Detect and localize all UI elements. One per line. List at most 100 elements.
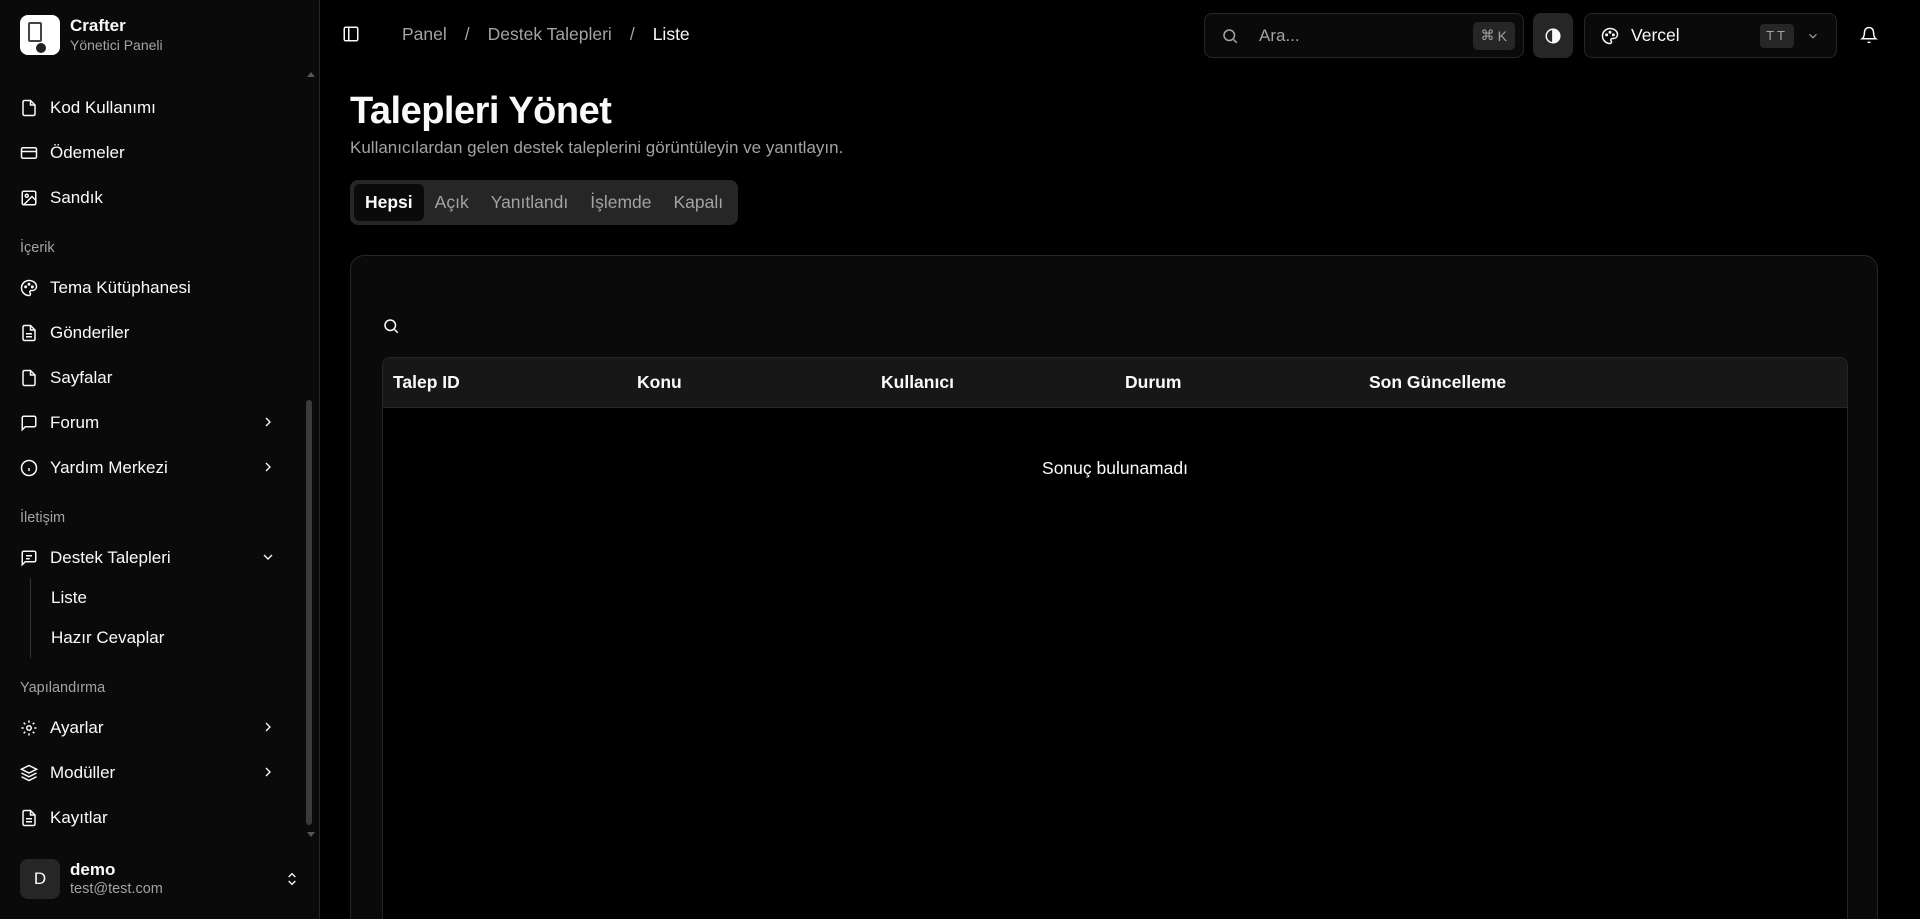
brand-logo (20, 15, 60, 55)
palette-icon (20, 279, 38, 297)
command-key: ⌘ (1480, 27, 1495, 43)
tab-answered[interactable]: Yanıtlandı (480, 184, 580, 221)
user-name: demo (70, 860, 116, 879)
sidebar-item-theme-library[interactable]: Tema Kütüphanesi (8, 268, 298, 308)
theme-mode-button[interactable] (1533, 13, 1573, 58)
sidebar-item-logs[interactable]: Kayıtlar (8, 798, 298, 838)
palette-icon (1601, 27, 1619, 44)
column-user[interactable]: Kullanıcı (871, 372, 1115, 393)
tab-open[interactable]: Açık (424, 184, 480, 221)
tickets-table: Talep ID Konu Kullanıcı Durum Son Güncel… (382, 357, 1848, 919)
tab-in-progress[interactable]: İşlemde (579, 184, 662, 221)
user-menu[interactable]: D demo test@test.com (20, 859, 300, 899)
sidebar-item-settings[interactable]: Ayarlar (8, 708, 298, 748)
search-placeholder: Ara... (1259, 25, 1300, 45)
sidebar-item-label: Gönderiler (50, 323, 130, 342)
file-pdf-icon (20, 99, 38, 117)
sidebar-subitem-list[interactable]: Liste (42, 580, 282, 616)
section-configuration: Yapılandırma (20, 680, 106, 696)
section-communication: İletişim (20, 510, 66, 526)
sidebar-item-label: Kayıtlar (50, 808, 108, 827)
sidebar-item-posts[interactable]: Gönderiler (8, 313, 298, 353)
message-icon (20, 414, 38, 432)
chevron-down-icon (263, 554, 273, 560)
brand-subtitle: Yönetici Paneli (70, 37, 163, 53)
chevrons-up-down-icon (288, 872, 296, 886)
sidebar-item-vault[interactable]: Sandık (8, 178, 298, 218)
breadcrumb-separator: / (629, 24, 635, 44)
tab-closed[interactable]: Kapalı (663, 184, 735, 221)
search-icon (1223, 28, 1238, 43)
chevron-right-icon (265, 417, 271, 427)
info-icon (20, 459, 38, 477)
sidebar-subitem-canned-responses[interactable]: Hazır Cevaplar (42, 620, 282, 656)
chevron-down-icon (1809, 33, 1817, 39)
sidebar-item-label: Ayarlar (50, 718, 104, 737)
sidebar-item-forum[interactable]: Forum (8, 403, 298, 443)
sidebar-item-label: Forum (50, 413, 100, 432)
sidebar-toggle-icon[interactable] (342, 25, 360, 43)
column-subject[interactable]: Konu (627, 372, 871, 393)
submenu-line (30, 578, 31, 658)
layers-icon (20, 764, 38, 782)
search-input[interactable]: Ara... ⌘ K (1204, 13, 1524, 58)
chevron-right-icon (265, 767, 271, 777)
main-content: Panel / Destek Talepleri / Liste Ara... … (320, 0, 1920, 919)
sidebar-item-label: Kod Kullanımı (50, 98, 156, 117)
bell-icon[interactable] (1860, 26, 1878, 44)
breadcrumb-support-tickets[interactable]: Destek Talepleri (488, 24, 612, 45)
empty-state: Sonuç bulunamadı (1042, 458, 1188, 478)
sidebar-item-label: Tema Kütüphanesi (50, 278, 191, 297)
gear-icon (20, 719, 38, 737)
column-last-updated[interactable]: Son Güncelleme (1359, 372, 1603, 393)
shortcut-key: K (1497, 27, 1507, 44)
sidebar-item-code-usage[interactable]: Kod Kullanımı (8, 88, 298, 128)
sidebar-item-label: Sayfalar (50, 368, 113, 387)
sidebar-item-help-center[interactable]: Yardım Merkezi (8, 448, 298, 488)
document-icon (20, 324, 38, 342)
sidebar-item-label: Destek Talepleri (50, 548, 171, 567)
column-status[interactable]: Durum (1115, 372, 1359, 393)
credit-card-icon (20, 144, 38, 162)
search-icon[interactable] (382, 317, 400, 335)
user-email: test@test.com (70, 881, 163, 897)
sidebar-item-label: Ödemeler (50, 143, 125, 162)
image-icon (20, 189, 38, 207)
sidebar-item-modules[interactable]: Modüller (8, 753, 298, 793)
section-content: İçerik (20, 240, 55, 256)
tickets-card: Talep ID Konu Kullanıcı Durum Son Güncel… (350, 255, 1878, 919)
column-ticket-id[interactable]: Talep ID (383, 372, 627, 393)
sidebar-item-support-tickets[interactable]: Destek Talepleri (8, 538, 298, 578)
sidebar-scrollbar[interactable] (306, 400, 312, 825)
chevron-right-icon (265, 462, 271, 472)
page-title: Talepleri Yönet (350, 90, 612, 132)
avatar: D (20, 859, 60, 899)
table-header: Talep ID Konu Kullanıcı Durum Son Güncel… (383, 358, 1847, 408)
brand-title: Crafter (70, 16, 126, 35)
sidebar-item-label: Sandık (50, 188, 103, 207)
sidebar-item-payments[interactable]: Ödemeler (8, 133, 298, 173)
theme-select[interactable]: Vercel TT (1584, 13, 1837, 58)
sidebar-item-label: Yardım Merkezi (50, 458, 168, 477)
contrast-icon (1545, 27, 1561, 44)
search-shortcut: ⌘ K (1472, 21, 1515, 50)
scroll-up-arrow[interactable] (307, 72, 315, 77)
breadcrumb: Panel / Destek Talepleri / Liste (402, 24, 690, 45)
tab-all[interactable]: Hepsi (354, 184, 424, 221)
theme-select-value: Vercel (1631, 25, 1680, 45)
breadcrumb-separator: / (464, 24, 470, 44)
scroll-down-arrow[interactable] (307, 832, 315, 837)
chevron-right-icon (265, 722, 271, 732)
message-icon (20, 549, 38, 567)
theme-badge: TT (1760, 23, 1794, 48)
breadcrumb-current: Liste (652, 24, 690, 44)
file-icon (20, 369, 38, 387)
brand[interactable]: Crafter Yönetici Paneli (20, 15, 163, 55)
status-tabs: Hepsi Açık Yanıtlandı İşlemde Kapalı (350, 180, 739, 225)
sidebar-item-pages[interactable]: Sayfalar (8, 358, 298, 398)
sidebar-item-label: Modüller (50, 763, 116, 782)
page-subtitle: Kullanıcılardan gelen destek taleplerini… (350, 138, 844, 157)
sidebar: Crafter Yönetici Paneli Kod Kullanımı Öd… (0, 0, 320, 919)
breadcrumb-panel[interactable]: Panel (402, 24, 447, 45)
document-icon (20, 809, 38, 827)
